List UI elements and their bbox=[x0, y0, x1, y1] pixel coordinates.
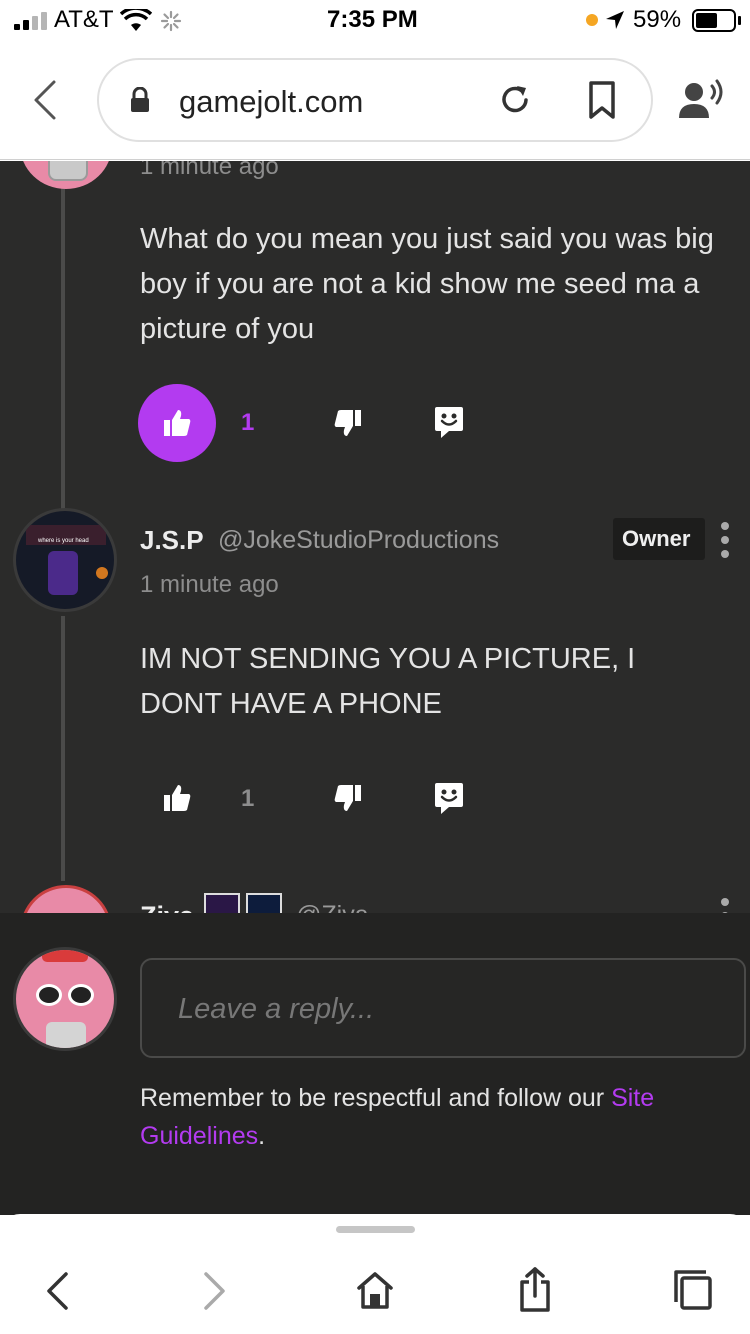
drag-handle[interactable] bbox=[336, 1226, 415, 1233]
recording-dot bbox=[586, 14, 598, 26]
like-count: 1 bbox=[241, 409, 255, 436]
lock-icon bbox=[131, 87, 149, 112]
comment-thread[interactable]: 1 minute ago What do you mean you just s… bbox=[0, 161, 750, 913]
avatar[interactable] bbox=[20, 161, 112, 189]
avatar[interactable]: where is your head bbox=[13, 508, 117, 612]
back-arrow-icon[interactable] bbox=[40, 1270, 74, 1312]
guidelines-notice: Remember to be respectful and follow our… bbox=[140, 1079, 730, 1155]
owner-badge-label: Owner bbox=[622, 526, 691, 551]
browser-address-bar: gamejolt.com bbox=[0, 40, 750, 160]
battery-percent: 59% bbox=[633, 6, 682, 33]
more-options-icon[interactable] bbox=[718, 897, 732, 913]
username[interactable]: J.S.P bbox=[140, 525, 204, 556]
username[interactable]: Ziva bbox=[140, 901, 194, 913]
reader-voice-icon[interactable] bbox=[676, 78, 726, 122]
reply-area: Leave a reply... Remember to be respectf… bbox=[0, 913, 750, 1215]
thumbs-up-icon bbox=[164, 410, 191, 436]
carrier-label: AT&T bbox=[54, 6, 114, 33]
thumbs-down-icon[interactable] bbox=[333, 408, 363, 438]
more-options-icon[interactable] bbox=[718, 521, 732, 559]
comment-text: IM NOT SENDING YOU A PICTURE, I DONT HAV… bbox=[140, 643, 636, 720]
home-icon[interactable] bbox=[355, 1270, 395, 1310]
user-badge-icon bbox=[246, 893, 282, 913]
signal-icon bbox=[14, 12, 48, 30]
tabs-icon[interactable] bbox=[672, 1268, 714, 1312]
forward-arrow-icon[interactable] bbox=[198, 1270, 232, 1312]
reply-placeholder: Leave a reply... bbox=[178, 993, 375, 1025]
reload-icon[interactable] bbox=[497, 82, 533, 118]
bookmark-icon[interactable] bbox=[587, 80, 617, 120]
owner-badge: Owner bbox=[613, 518, 705, 560]
battery-icon bbox=[692, 9, 736, 32]
reply-input[interactable]: Leave a reply... bbox=[140, 958, 746, 1058]
my-avatar[interactable] bbox=[13, 947, 117, 1051]
status-time: 7:35 PM bbox=[327, 6, 418, 33]
reply-emoji-icon[interactable] bbox=[433, 405, 465, 441]
avatar[interactable] bbox=[20, 885, 112, 913]
comment-time: 1 minute ago bbox=[140, 571, 279, 598]
comment-time: 1 minute ago bbox=[140, 161, 279, 180]
like-button[interactable] bbox=[138, 384, 216, 462]
thumbs-down-icon[interactable] bbox=[333, 783, 363, 813]
reply-emoji-icon[interactable] bbox=[433, 781, 465, 817]
notice-period: . bbox=[258, 1122, 266, 1150]
user-handle[interactable]: @Ziva bbox=[296, 901, 369, 913]
wifi-icon bbox=[120, 9, 152, 31]
like-count: 1 bbox=[241, 785, 255, 812]
notice-text: Remember to be respectful and follow our bbox=[140, 1084, 612, 1112]
back-icon[interactable] bbox=[30, 78, 60, 122]
share-icon[interactable] bbox=[516, 1266, 554, 1312]
thread-line bbox=[61, 616, 65, 881]
comment-text: What do you mean you just said you was b… bbox=[140, 223, 714, 345]
like-button[interactable] bbox=[162, 783, 192, 813]
user-badge-icon bbox=[204, 893, 240, 913]
status-bar: AT&T 7:35 PM 59% bbox=[0, 0, 750, 40]
thread-line bbox=[61, 161, 65, 511]
url-text: gamejolt.com bbox=[179, 84, 364, 119]
browser-toolbar bbox=[0, 1214, 750, 1334]
location-arrow-icon bbox=[606, 11, 624, 29]
user-handle[interactable]: @JokeStudioProductions bbox=[218, 526, 499, 555]
url-field[interactable]: gamejolt.com bbox=[97, 58, 653, 142]
avatar-caption: where is your head bbox=[38, 538, 89, 544]
loading-spinner-icon bbox=[160, 10, 182, 32]
